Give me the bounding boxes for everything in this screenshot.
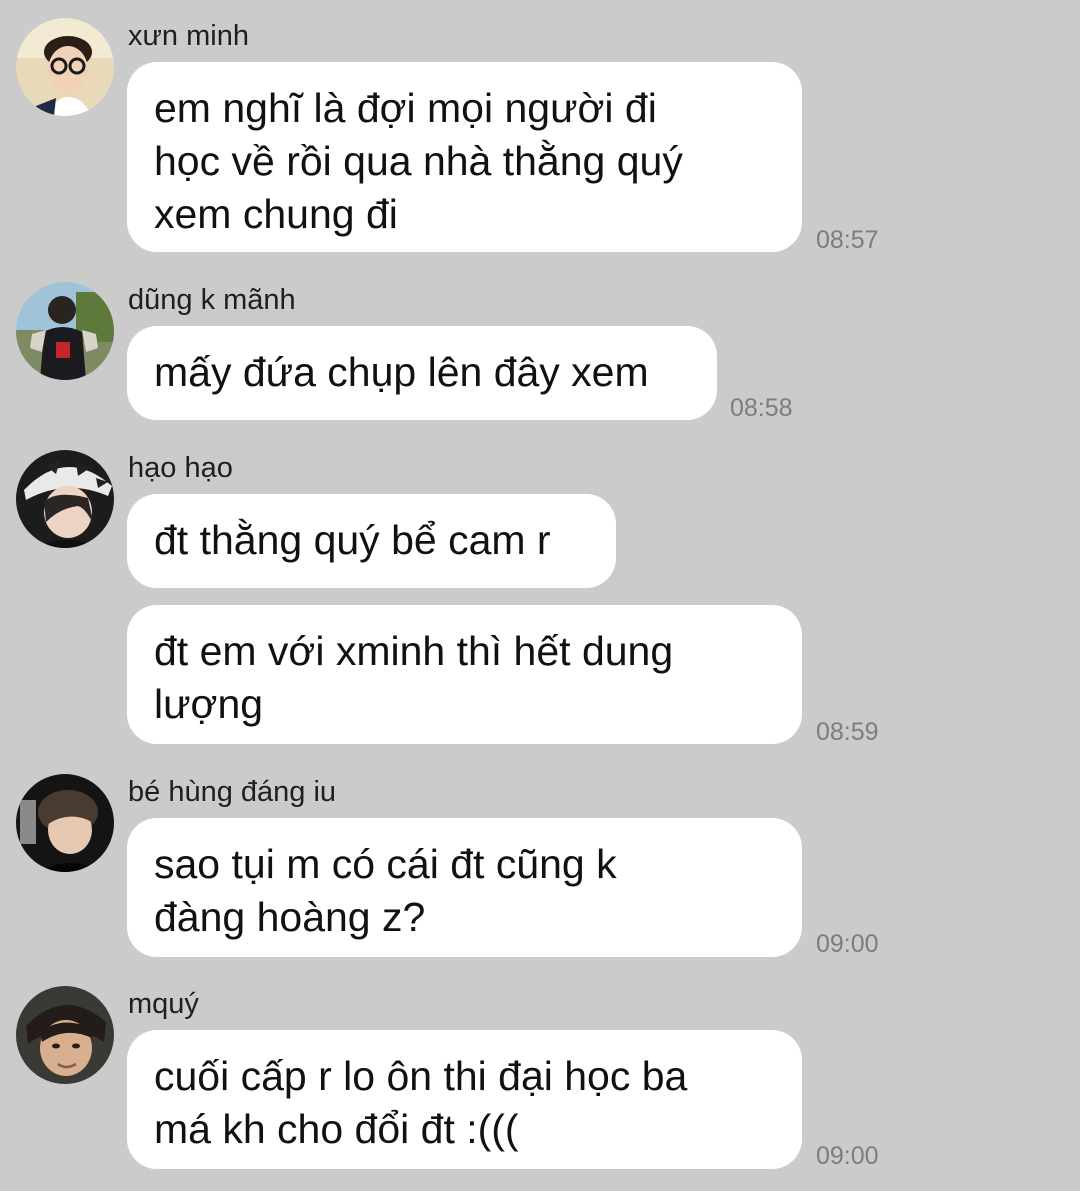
message-timestamp: 08:57 xyxy=(816,226,879,254)
sender-name: dũng k mãnh xyxy=(128,284,296,316)
message-timestamp: 08:58 xyxy=(730,394,793,422)
message-bubble[interactable]: đt em với xminh thì hết dung lượng xyxy=(127,605,802,744)
sender-name: bé hùng đáng iu xyxy=(128,776,337,808)
avatar-be-hung-dang-iu[interactable] xyxy=(16,774,114,872)
message-timestamp: 08:59 xyxy=(816,718,879,746)
avatar-hao-hao[interactable] xyxy=(16,450,114,548)
message-bubble[interactable]: mấy đứa chụp lên đây xem xyxy=(127,326,717,420)
message-bubble[interactable]: sao tụi m có cái đt cũng k đàng hoàng z? xyxy=(127,818,802,957)
avatar-xun-minh[interactable] xyxy=(16,18,114,116)
message-bubble[interactable]: đt thằng quý bể cam r xyxy=(127,494,616,588)
sender-name: hạo hạo xyxy=(128,452,233,484)
message-timestamp: 09:00 xyxy=(816,1142,879,1170)
message-bubble[interactable]: em nghĩ là đợi mọi người đi học về rồi q… xyxy=(127,62,802,252)
message-timestamp: 09:00 xyxy=(816,930,879,958)
avatar-dung-k-manh[interactable] xyxy=(16,282,114,380)
message-bubble[interactable]: cuối cấp r lo ôn thi đại học ba má kh ch… xyxy=(127,1030,802,1169)
sender-name: xưn minh xyxy=(128,20,249,52)
avatar-mquy[interactable] xyxy=(16,986,114,1084)
sender-name: mquý xyxy=(128,988,199,1020)
